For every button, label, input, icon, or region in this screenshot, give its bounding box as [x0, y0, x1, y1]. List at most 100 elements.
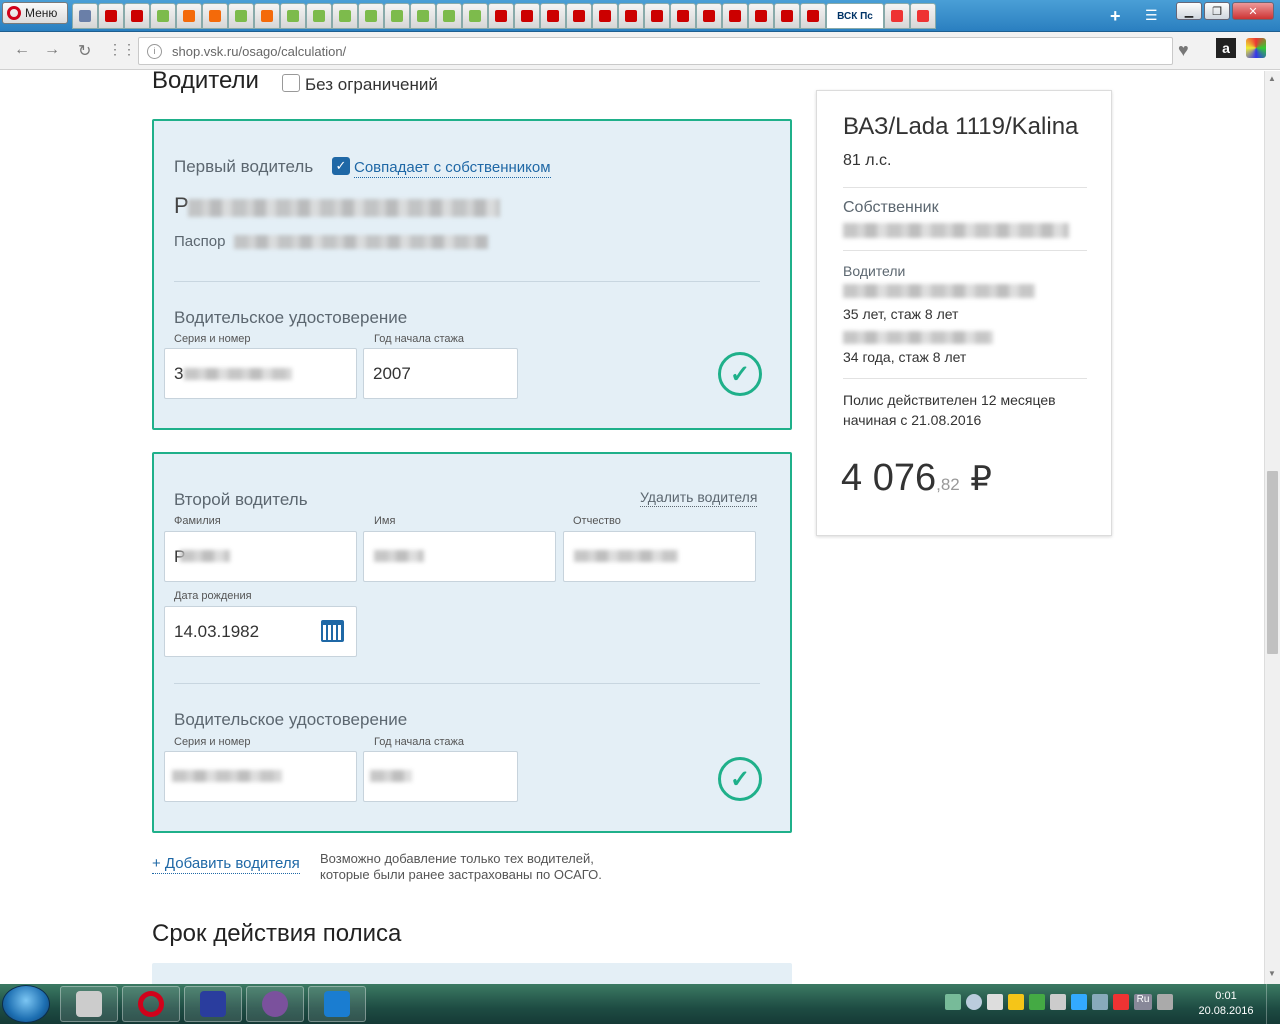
tab-menu-icon[interactable]: ☰: [1145, 7, 1158, 24]
browser-tab[interactable]: [800, 3, 826, 29]
check-circle-icon: ✓: [718, 757, 762, 801]
summary-owner-label: Собственник: [843, 199, 939, 216]
summary-owner-redacted: [843, 223, 1069, 238]
browser-tab[interactable]: [98, 3, 124, 29]
tray-icon[interactable]: [945, 994, 961, 1010]
network-icon[interactable]: [1157, 994, 1173, 1010]
browser-menu-button[interactable]: Меню: [2, 2, 68, 24]
browser-tab-strip: Меню ВСК Пс ▁ ❐ ✕ + ☰: [0, 0, 1280, 32]
browser-tab[interactable]: [592, 3, 618, 29]
tab-list: ВСК Пс: [72, 3, 936, 29]
site-info-icon[interactable]: i: [147, 43, 162, 59]
browser-tab[interactable]: [774, 3, 800, 29]
tray-icon[interactable]: [1029, 994, 1045, 1010]
tray-icon[interactable]: [1071, 994, 1087, 1010]
taskbar-app-opera[interactable]: [122, 986, 180, 1022]
app-icon: [76, 991, 102, 1017]
license-year-input[interactable]: 2007: [363, 348, 518, 399]
tray-icon[interactable]: [1008, 994, 1024, 1010]
reload-icon[interactable]: ↻: [78, 41, 91, 61]
browser-tab[interactable]: [306, 3, 332, 29]
patronymic-redacted: [574, 550, 678, 562]
tab-favicon-icon: [313, 10, 325, 22]
tray-icon[interactable]: [1092, 994, 1108, 1010]
minimize-icon[interactable]: ▁: [1176, 2, 1202, 20]
new-tab-icon[interactable]: +: [1110, 6, 1121, 27]
amazon-extension-icon[interactable]: a: [1216, 38, 1236, 58]
summary-driver1-info: 35 лет, стаж 8 лет: [843, 306, 959, 322]
unlimited-label: Без ограничений: [305, 75, 438, 94]
browser-tab[interactable]: [384, 3, 410, 29]
browser-tab[interactable]: [618, 3, 644, 29]
browser-tab[interactable]: [748, 3, 774, 29]
same-as-owner-checkbox[interactable]: ✓: [332, 157, 350, 175]
back-icon[interactable]: ←: [14, 41, 30, 59]
start-button[interactable]: [2, 985, 50, 1023]
delete-driver-link[interactable]: Удалить водителя: [640, 488, 758, 507]
taskbar-app-teamviewer[interactable]: [308, 986, 366, 1022]
clock-time: 0:01: [1215, 990, 1237, 1002]
browser-tab[interactable]: [514, 3, 540, 29]
forward-icon[interactable]: →: [44, 41, 60, 59]
page-scrollbar[interactable]: ▲ ▼: [1264, 71, 1280, 984]
year-label: Год начала стажа: [374, 736, 464, 748]
browser-tab[interactable]: [670, 3, 696, 29]
browser-tab[interactable]: [228, 3, 254, 29]
tab-favicon-icon: [891, 10, 903, 22]
browser-tab[interactable]: [410, 3, 436, 29]
language-indicator[interactable]: Ru: [1134, 994, 1152, 1010]
patronymic-label: Отчество: [573, 515, 621, 527]
extension-icon[interactable]: [1246, 38, 1266, 58]
browser-tab[interactable]: [202, 3, 228, 29]
add-driver-link[interactable]: + Добавить водителя: [152, 855, 300, 874]
volume-icon[interactable]: [987, 994, 1003, 1010]
tab-favicon-icon: [729, 10, 741, 22]
url-field[interactable]: i shop.vsk.ru/osago/calculation/: [138, 37, 1173, 65]
browser-tab[interactable]: [462, 3, 488, 29]
browser-tab[interactable]: [722, 3, 748, 29]
taskbar-app-scholar[interactable]: [60, 986, 118, 1022]
tray-icon[interactable]: [1113, 994, 1129, 1010]
tab-favicon-icon: [287, 10, 299, 22]
browser-tab[interactable]: [910, 3, 936, 29]
first-driver-initial: Р: [174, 193, 189, 218]
license-series-value: 3: [174, 363, 184, 383]
taskbar-app-viber[interactable]: [246, 986, 304, 1022]
browser-tab[interactable]: [540, 3, 566, 29]
scrollbar-thumb[interactable]: [1267, 471, 1278, 654]
show-desktop-button[interactable]: [1266, 984, 1280, 1024]
tab-active[interactable]: ВСК Пс: [826, 3, 884, 29]
close-window-icon[interactable]: ✕: [1232, 2, 1274, 20]
tab-favicon-icon: [209, 10, 221, 22]
browser-tab[interactable]: [176, 3, 202, 29]
browser-tab[interactable]: [884, 3, 910, 29]
browser-tab[interactable]: [358, 3, 384, 29]
summary-price: 4 076,82 ₽: [841, 457, 992, 500]
scroll-down-icon[interactable]: ▼: [1268, 969, 1276, 978]
unlimited-checkbox[interactable]: [282, 74, 300, 92]
browser-tab[interactable]: [566, 3, 592, 29]
browser-tab[interactable]: [72, 3, 98, 29]
bookmark-heart-icon[interactable]: ♥: [1178, 40, 1189, 61]
browser-tab[interactable]: [488, 3, 514, 29]
browser-tab[interactable]: [332, 3, 358, 29]
calendar-icon[interactable]: [321, 620, 344, 642]
browser-tab[interactable]: [150, 3, 176, 29]
url-text: shop.vsk.ru/osago/calculation/: [172, 43, 347, 59]
browser-tab[interactable]: [254, 3, 280, 29]
restore-icon[interactable]: ❐: [1204, 2, 1230, 20]
scroll-up-icon[interactable]: ▲: [1268, 74, 1276, 83]
browser-tab[interactable]: [696, 3, 722, 29]
first-driver-card: Первый водитель ✓ Совпадает с собственни…: [152, 119, 792, 430]
browser-tab[interactable]: [644, 3, 670, 29]
tab-favicon-icon: [105, 10, 117, 22]
tray-icon[interactable]: [1050, 994, 1066, 1010]
taskbar-app-floppy[interactable]: [184, 986, 242, 1022]
birth-date-value: 14.03.1982: [174, 621, 260, 641]
browser-tab[interactable]: [436, 3, 462, 29]
tray-icon[interactable]: [966, 994, 982, 1010]
taskbar-clock[interactable]: 0:01 20.08.2016: [1192, 989, 1260, 1019]
same-as-owner-link[interactable]: Совпадает с собственником: [354, 159, 551, 178]
browser-tab[interactable]: [280, 3, 306, 29]
browser-tab[interactable]: [124, 3, 150, 29]
